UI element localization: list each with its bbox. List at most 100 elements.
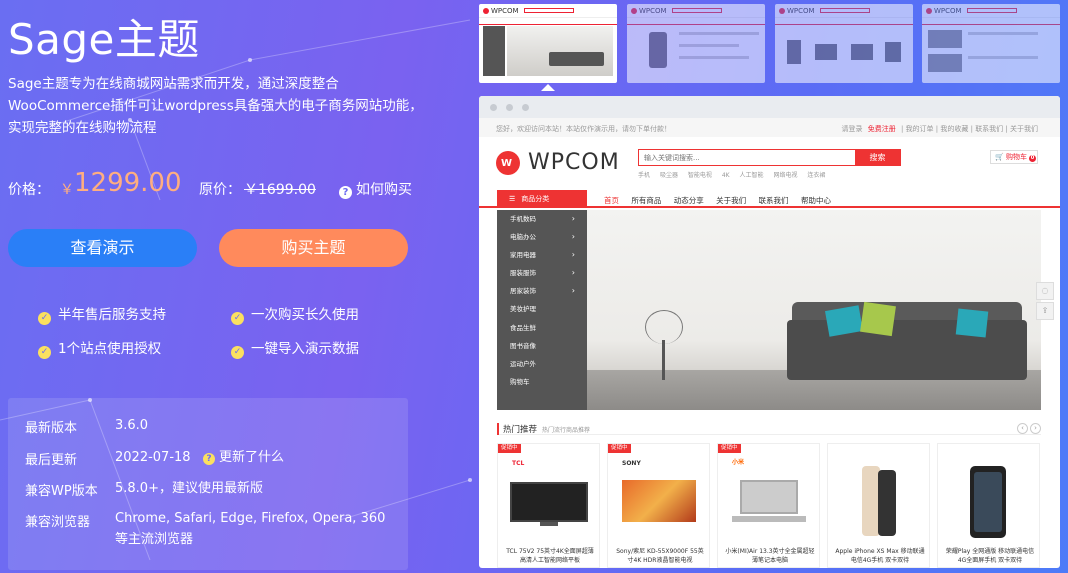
category-label: 家用电器 bbox=[510, 251, 536, 260]
hot-word[interactable]: 4K bbox=[722, 172, 730, 179]
category-label: 居家装饰 bbox=[510, 287, 536, 296]
product-name: 荣耀Play 全网通版 移动联通电信4G全面屏手机 双卡双待 bbox=[945, 548, 1035, 564]
category-item[interactable]: 购物车 bbox=[497, 373, 587, 391]
thumb-products[interactable]: WPCOM bbox=[775, 4, 913, 83]
product-card[interactable]: 荣耀Play 全网通版 移动联通电信4G全面屏手机 双卡双待 bbox=[937, 443, 1040, 568]
promo-tag: 促销中 bbox=[608, 444, 631, 453]
category-item[interactable]: 服装服饰 › bbox=[497, 264, 587, 282]
browser-label: 兼容浏览器 bbox=[25, 515, 91, 530]
nav-item-help[interactable]: 帮助中心 bbox=[801, 196, 831, 205]
carousel-nav: ‹ › bbox=[1015, 423, 1041, 434]
hot-word[interactable]: 吸尘器 bbox=[660, 172, 678, 179]
feature-item: ✓ 半年售后服务支持 bbox=[38, 303, 166, 325]
check-icon: ✓ bbox=[38, 312, 51, 325]
promo-tag: 促销中 bbox=[718, 444, 741, 453]
feature-label: 一键导入演示数据 bbox=[251, 341, 359, 357]
buy-theme-button[interactable]: 购买主题 bbox=[219, 229, 408, 267]
hot-words: 手机 吸尘器 智能电视 4K 人工智能 网络电视 连衣裙 bbox=[638, 170, 833, 179]
product-card[interactable]: Apple iPhone XS Max 移动联通电信4G手机 双卡双待 bbox=[827, 443, 930, 568]
topnav-contact[interactable]: 联系我们 bbox=[975, 125, 1003, 133]
search-button[interactable]: 搜索 bbox=[855, 150, 900, 165]
nav-item-about[interactable]: 关于我们 bbox=[716, 196, 746, 205]
browser-bar bbox=[479, 96, 1060, 118]
product-card[interactable]: 促销中 小米 小米(MI)Air 13.3英寸全金属超轻薄笔记本电脑 bbox=[717, 443, 820, 568]
view-demo-button[interactable]: 查看演示 bbox=[8, 229, 197, 267]
price-amount: 1299.00 bbox=[74, 168, 182, 198]
product-description: Sage主题专为在线商城网站需求而开发，通过深度整合WooCommerce插件可… bbox=[8, 76, 423, 136]
chat-icon[interactable]: ◌ bbox=[1036, 282, 1054, 300]
category-item[interactable]: 居家装饰 › bbox=[497, 282, 587, 300]
version-value: 3.6.0 bbox=[115, 418, 149, 433]
product-name: 小米(MI)Air 13.3英寸全金属超轻薄笔记本电脑 bbox=[725, 548, 815, 564]
nav-item-products[interactable]: 所有商品 bbox=[631, 196, 661, 205]
category-label: 电脑办公 bbox=[510, 233, 536, 242]
original-price: ￥1699.00 bbox=[244, 182, 316, 198]
topnav-login[interactable]: 请登录 bbox=[842, 125, 863, 133]
brand-label: 小米 bbox=[732, 459, 745, 466]
next-arrow-icon[interactable]: › bbox=[1030, 423, 1041, 434]
how-to-buy-link[interactable]: ? 如何购买 bbox=[339, 179, 412, 199]
feature-item: ✓ 一次购买长久使用 bbox=[231, 303, 359, 325]
category-item[interactable]: 电脑办公 › bbox=[497, 228, 587, 246]
category-item[interactable]: 食品生鲜 bbox=[497, 319, 587, 337]
hot-subtitle: 热门流行商品推荐 bbox=[542, 427, 591, 434]
category-item[interactable]: 家用电器 › bbox=[497, 246, 587, 264]
cart-button[interactable]: 🛒 购物车 0 bbox=[990, 150, 1038, 164]
search-input[interactable] bbox=[639, 150, 854, 165]
product-card[interactable]: 促销中 TCL TCL 75V2 75英寸4K全面屏超薄高清人工智能网络平板 bbox=[497, 443, 600, 568]
topnav-about[interactable]: 关于我们 bbox=[1010, 125, 1038, 133]
hot-section-header: 热门推荐 热门流行商品推荐 ‹ › bbox=[497, 421, 1041, 435]
cart-icon: 🛒 bbox=[995, 153, 1004, 161]
hot-word[interactable]: 连衣裙 bbox=[807, 172, 825, 179]
price-currency: ￥ bbox=[60, 182, 74, 198]
product-image bbox=[510, 472, 588, 527]
hero-banner[interactable] bbox=[587, 210, 1041, 410]
updated-label: 最后更新 bbox=[25, 453, 78, 468]
thumb-list[interactable]: WPCOM bbox=[922, 4, 1060, 83]
topnav-orders[interactable]: 我的订单 bbox=[906, 125, 934, 133]
preview-menubar: ☰ 商品分类 首页 所有商品 动态分享 关于我们 联系我们 帮助中心 bbox=[479, 190, 1060, 208]
question-icon: ? bbox=[339, 186, 352, 199]
whats-new-label: 更新了什么 bbox=[218, 450, 284, 465]
hot-word[interactable]: 网络电视 bbox=[773, 172, 797, 179]
wp-value: 5.8.0+，建议使用最新版 bbox=[115, 481, 263, 496]
category-item[interactable]: 图书音像 bbox=[497, 337, 587, 355]
feature-label: 1个站点使用授权 bbox=[58, 341, 162, 357]
topnav-favorites[interactable]: 我的收藏 bbox=[940, 125, 968, 133]
wpcom-logo-icon: W bbox=[496, 151, 520, 175]
hot-title: 热门推荐 bbox=[497, 423, 537, 435]
main-nav: 首页 所有商品 动态分享 关于我们 联系我们 帮助中心 bbox=[604, 195, 841, 206]
category-item[interactable]: 美妆护理 bbox=[497, 300, 587, 318]
theme-preview: 您好，欢迎访问本站！本站仅作演示用，请勿下单付款！ 请登录 免费注册 | 我的订… bbox=[479, 96, 1060, 568]
product-name: TCL 75V2 75英寸4K全面屏超薄高清人工智能网络平板 bbox=[506, 548, 594, 564]
category-item[interactable]: 手机数码 › bbox=[497, 210, 587, 228]
thumb-home[interactable]: WPCOM bbox=[479, 4, 617, 83]
hot-word[interactable]: 智能电视 bbox=[688, 172, 712, 179]
product-name: Apple iPhone XS Max 移动联通电信4G手机 双卡双待 bbox=[835, 548, 925, 564]
check-icon: ✓ bbox=[231, 346, 244, 359]
feature-item: ✓ 1个站点使用授权 bbox=[38, 337, 161, 359]
wp-label: 兼容WP版本 bbox=[25, 484, 98, 499]
prev-arrow-icon[interactable]: ‹ bbox=[1017, 423, 1028, 434]
brand-label: TCL bbox=[512, 460, 525, 467]
feature-label: 半年售后服务支持 bbox=[58, 307, 166, 323]
price-row: 价格： ￥ 1299.00 原价： ￥1699.00 ? 如何购买 bbox=[8, 168, 448, 200]
product-image bbox=[840, 466, 918, 536]
product-card[interactable]: 促销中 SONY Sony/索尼 KD-55X9000F 55英寸4K HDR液… bbox=[607, 443, 710, 568]
feature-label: 一次购买长久使用 bbox=[251, 307, 359, 323]
share-icon[interactable]: ⇪ bbox=[1036, 302, 1054, 320]
category-label: 手机数码 bbox=[510, 215, 536, 223]
hot-word[interactable]: 手机 bbox=[638, 172, 650, 179]
topnav-register[interactable]: 免费注册 bbox=[868, 125, 896, 133]
nav-item-home[interactable]: 首页 bbox=[604, 196, 619, 205]
menu-icon: ☰ bbox=[509, 195, 516, 203]
category-label: 食品生鲜 bbox=[510, 323, 536, 332]
thumb-phone[interactable]: WPCOM bbox=[627, 4, 765, 83]
category-item[interactable]: 运动户外 bbox=[497, 355, 587, 373]
whats-new-link[interactable]: ? 更新了什么 bbox=[202, 450, 284, 465]
nav-item-contact[interactable]: 联系我们 bbox=[759, 196, 789, 205]
nav-item-feed[interactable]: 动态分享 bbox=[674, 196, 704, 205]
hot-word[interactable]: 人工智能 bbox=[740, 172, 764, 179]
category-label: 购物车 bbox=[510, 377, 530, 386]
category-button[interactable]: ☰ 商品分类 bbox=[497, 190, 587, 208]
